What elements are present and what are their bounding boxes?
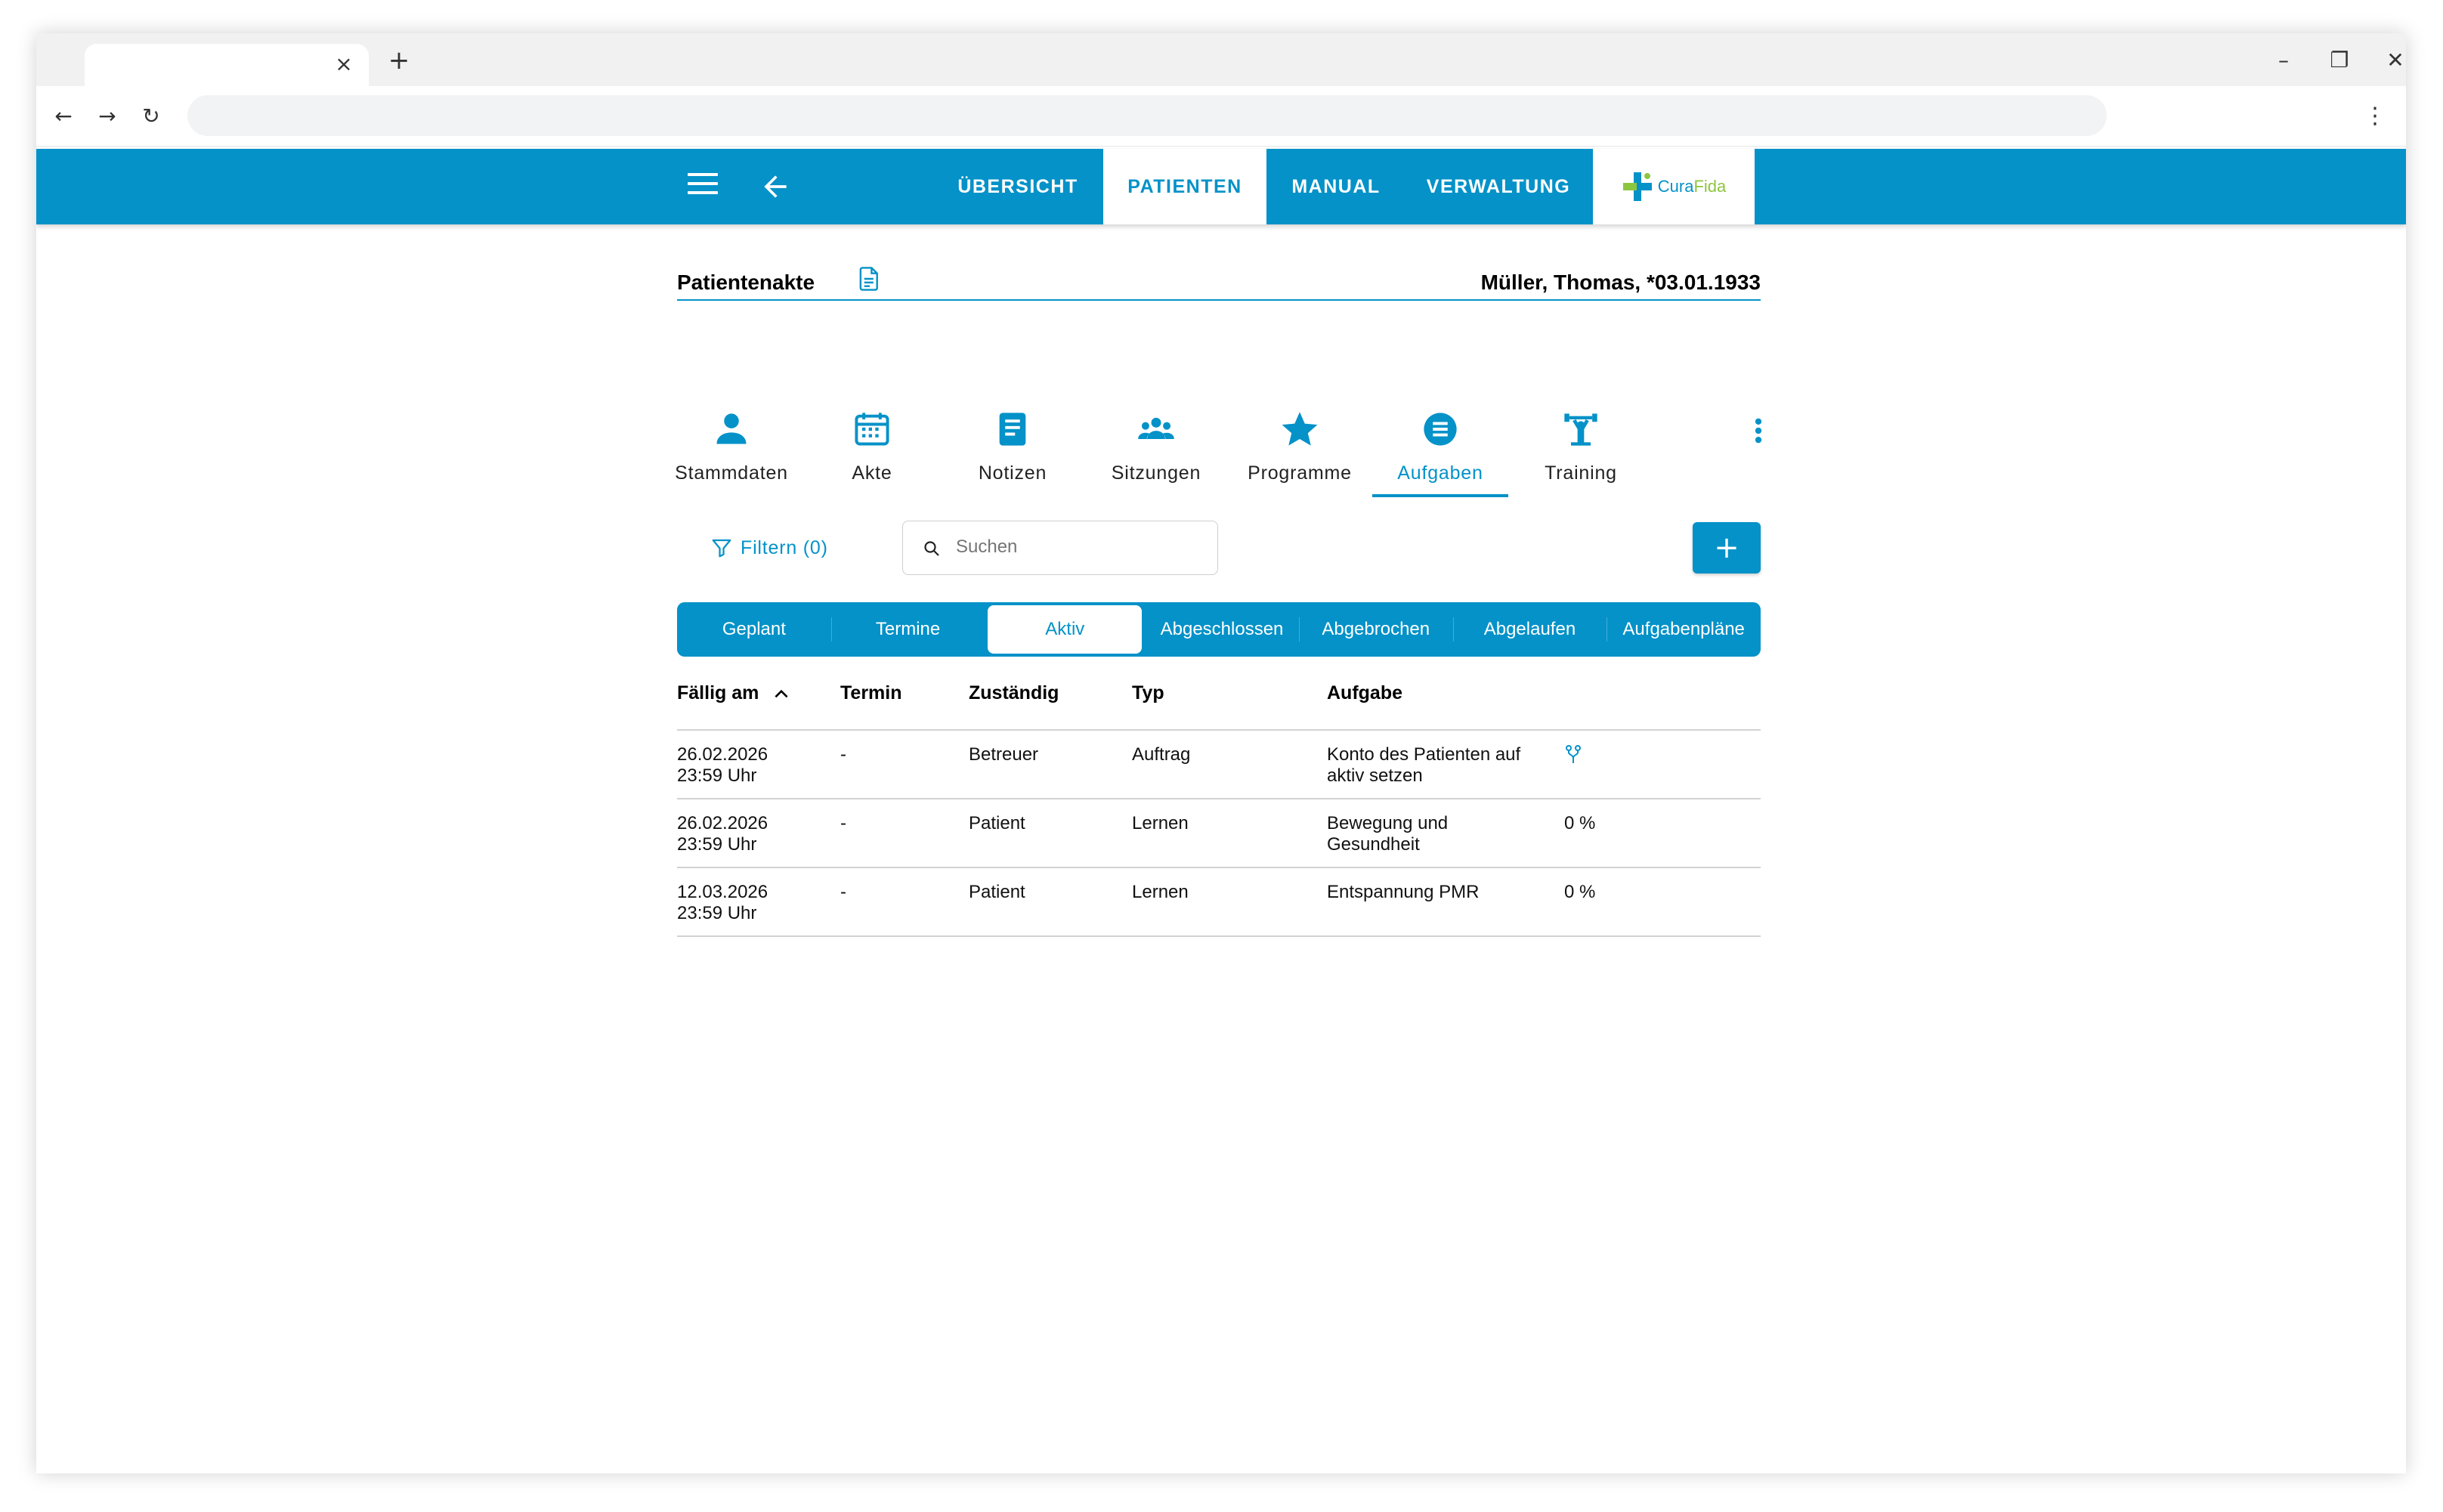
subnav-training[interactable]: Training (1513, 404, 1649, 497)
nav-manual[interactable]: MANUAL (1266, 149, 1405, 224)
patient-name: Müller, Thomas, *03.01.1933 (1480, 271, 1761, 294)
hamburger-menu-icon[interactable] (688, 173, 718, 200)
subnav-label: Akte (852, 462, 892, 484)
termin-cell: - (840, 813, 846, 833)
aufgabe-cell: Bewegung und Gesundheit (1327, 813, 1449, 855)
search-input[interactable] (956, 521, 1205, 573)
aufgabe-cell: Konto des Patienten auf aktiv setzen (1327, 744, 1521, 786)
browser-menu-icon[interactable]: ⋮ (2364, 100, 2386, 133)
search-field[interactable] (902, 521, 1218, 575)
zustaendig-cell: Betreuer (969, 744, 1039, 765)
task-toolbar: Filtern (0) + (677, 521, 1761, 575)
browser-toolbar: ← → ↻ ⋮ (36, 86, 2406, 147)
list-icon (1424, 413, 1457, 446)
zustaendig-cell: Patient (969, 813, 1025, 833)
table-row[interactable]: 12.03.2026 23:59 Uhr - Patient Lernen Ent… (677, 868, 1761, 937)
tab-abgebrochen[interactable]: Abgebrochen (1298, 602, 1453, 657)
sort-ascending-icon[interactable] (772, 684, 791, 703)
termin-cell: - (840, 882, 846, 902)
curafida-logo[interactable]: CuraFida (1593, 149, 1755, 224)
filter-button[interactable]: Filtern (0) (710, 531, 828, 564)
subnav-label: Notizen (978, 462, 1047, 484)
subnav-label: Training (1545, 462, 1617, 484)
new-tab-icon[interactable]: + (384, 45, 414, 76)
tab-aktiv[interactable]: Aktiv (988, 605, 1143, 654)
page-title: Patientenakte (677, 271, 815, 294)
status-tabs: Geplant Termine Aktiv Abgeschlossen Abge… (677, 602, 1761, 657)
due-cell: 26.02.2026 23:59 Uhr (677, 813, 768, 855)
calendar-icon (855, 413, 889, 446)
browser-tabstrip: × + – ❐ ✕ (36, 33, 2406, 86)
subnav-sitzungen[interactable]: Sitzungen (1088, 404, 1224, 497)
nav-verwaltung[interactable]: VERWALTUNG (1405, 149, 1591, 224)
more-vert-icon[interactable] (1747, 411, 1770, 450)
termin-cell: - (840, 744, 846, 765)
arrow-back-icon[interactable] (759, 167, 792, 206)
column-header-zustaendig: Zuständig (969, 682, 1059, 703)
add-task-button[interactable]: + (1693, 522, 1761, 574)
task-table: Fällig am Termin Zuständig Typ Aufgabe 2… (677, 670, 1761, 937)
main-content: Patientenakte Müller, Thomas, *03.01.193… (675, 260, 1762, 937)
subnav-notizen[interactable]: Notizen (945, 404, 1081, 497)
subnav-label: Aufgaben (1397, 462, 1483, 484)
tab-abgeschlossen[interactable]: Abgeschlossen (1145, 602, 1299, 657)
tab-geplant[interactable]: Geplant (677, 602, 831, 657)
progress-cell: 0 % (1564, 813, 1596, 833)
star-icon (1282, 412, 1318, 446)
app-header: ÜBERSICHT PATIENTEN MANUAL VERWALTUNG Cu… (36, 149, 2406, 224)
typ-cell: Lernen (1132, 882, 1189, 902)
record-subnav: Stammdaten Akte Notizen Sitzungen Progra… (675, 404, 1762, 502)
forward-icon[interactable]: → (91, 100, 124, 133)
typ-cell: Auftrag (1132, 744, 1191, 765)
table-header: Fällig am Termin Zuständig Typ Aufgabe (677, 670, 1761, 731)
restore-icon[interactable]: ❐ (2323, 44, 2356, 77)
note-icon (999, 413, 1026, 446)
close-tab-icon[interactable]: × (332, 53, 355, 76)
person-icon (716, 413, 747, 444)
due-cell: 26.02.2026 23:59 Uhr (677, 744, 768, 786)
minimize-icon[interactable]: – (2267, 44, 2300, 77)
cross-logo-icon (1622, 172, 1652, 201)
address-bar[interactable] (187, 95, 2107, 136)
table-row[interactable]: 26.02.2026 23:59 Uhr - Betreuer Auftrag K… (677, 731, 1761, 799)
tab-termine[interactable]: Termine (830, 602, 985, 657)
column-header-termin: Termin (840, 682, 902, 703)
group-icon (1138, 417, 1174, 439)
zustaendig-cell: Patient (969, 882, 1025, 902)
subnav-label: Programme (1248, 462, 1352, 484)
aufgabe-cell: Entspannung PMR (1327, 882, 1480, 902)
search-icon (924, 541, 939, 556)
column-header-aufgabe: Aufgabe (1327, 682, 1402, 703)
fork-icon (1566, 745, 1581, 763)
tab-aufgabenplaene[interactable]: Aufgabenpläne (1607, 602, 1761, 657)
close-window-icon[interactable]: ✕ (2379, 44, 2406, 77)
progress-cell: 0 % (1564, 882, 1596, 902)
extra-cell (1564, 744, 1582, 771)
logo-wordmark: CuraFida (1657, 177, 1727, 196)
document-icon[interactable] (858, 266, 881, 292)
filter-label: Filtern (0) (741, 536, 828, 558)
tab-abgelaufen[interactable]: Abgelaufen (1452, 602, 1607, 657)
browser-tab[interactable]: × (85, 44, 369, 86)
subnav-aufgaben[interactable]: Aufgaben (1372, 404, 1508, 497)
back-icon[interactable]: ← (47, 100, 80, 133)
browser-window: × + – ❐ ✕ ← → ↻ ⋮ ÜBERSICHT PATIENTEN MA… (36, 33, 2406, 1473)
column-header-faellig[interactable]: Fällig am (677, 682, 791, 704)
nav-patienten[interactable]: PATIENTEN (1103, 149, 1266, 224)
column-header-typ: Typ (1132, 682, 1164, 703)
record-header: Patientenakte Müller, Thomas, *03.01.193… (677, 260, 1761, 301)
subnav-label: Stammdaten (675, 462, 788, 484)
due-cell: 12.03.2026 23:59 Uhr (677, 882, 768, 923)
filter-icon (712, 539, 731, 558)
table-row[interactable]: 26.02.2026 23:59 Uhr - Patient Lernen Bew… (677, 799, 1761, 868)
subnav-stammdaten[interactable]: Stammdaten (663, 404, 799, 497)
nav-uebersicht[interactable]: ÜBERSICHT (932, 149, 1103, 224)
subnav-programme[interactable]: Programme (1232, 404, 1368, 497)
reload-icon[interactable]: ↻ (135, 100, 168, 133)
typ-cell: Lernen (1132, 813, 1189, 833)
subnav-akte[interactable]: Akte (804, 404, 940, 497)
fitness-icon (1564, 413, 1597, 446)
subnav-label: Sitzungen (1111, 462, 1201, 484)
